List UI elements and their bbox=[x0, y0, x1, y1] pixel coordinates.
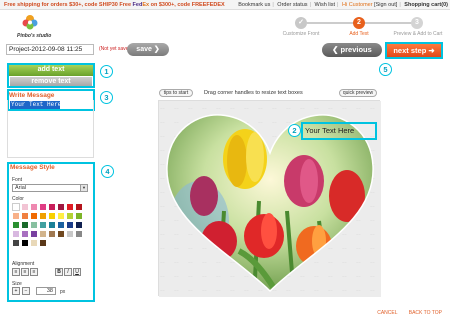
order-status-link[interactable]: Order status bbox=[277, 2, 307, 8]
top-bar: Free shipping for orders $30+, code SHIP… bbox=[0, 0, 450, 10]
color-swatch[interactable] bbox=[57, 230, 65, 238]
step-2-active: 2 bbox=[353, 17, 365, 29]
color-swatch[interactable] bbox=[57, 203, 65, 211]
color-swatch[interactable] bbox=[12, 239, 20, 247]
save-button[interactable]: save ❯ bbox=[127, 43, 169, 56]
color-swatch[interactable] bbox=[12, 221, 20, 229]
color-swatch[interactable] bbox=[12, 212, 20, 220]
promo-fedex: on $300+, code FREEFEDEX bbox=[150, 2, 225, 8]
color-palette bbox=[12, 203, 92, 247]
customer-greeting: Hi Customer bbox=[341, 2, 373, 8]
next-step-button[interactable]: next step ➜ bbox=[385, 42, 443, 59]
previous-button[interactable]: ❮ previous bbox=[322, 43, 382, 57]
color-swatch[interactable] bbox=[75, 212, 83, 220]
tips-to-start-button[interactable]: tips to start bbox=[159, 89, 193, 97]
color-swatch[interactable] bbox=[48, 212, 56, 220]
project-name-input[interactable] bbox=[6, 44, 94, 55]
align-right-button[interactable]: ≡ bbox=[30, 268, 38, 276]
add-text-button[interactable]: add text bbox=[9, 65, 93, 76]
message-area[interactable] bbox=[7, 100, 94, 158]
cancel-link[interactable]: CANCEL bbox=[377, 310, 397, 316]
step-line-2 bbox=[365, 22, 415, 24]
remove-text-button[interactable]: remove text bbox=[10, 77, 92, 86]
color-swatch[interactable] bbox=[30, 212, 38, 220]
color-swatch[interactable] bbox=[48, 221, 56, 229]
color-swatch[interactable] bbox=[48, 203, 56, 211]
font-select[interactable]: Arial ▼ bbox=[12, 184, 88, 192]
color-swatch[interactable] bbox=[21, 239, 29, 247]
color-swatch[interactable] bbox=[66, 221, 74, 229]
color-swatch[interactable] bbox=[39, 230, 47, 238]
promo-text: Free shipping for orders $30+, code SHIP… bbox=[4, 0, 225, 10]
size-unit: px bbox=[60, 289, 66, 295]
flower-logo-icon[interactable] bbox=[20, 13, 40, 33]
color-swatch[interactable] bbox=[39, 203, 47, 211]
bottom-links: CANCEL BACK TO TOP bbox=[367, 310, 442, 316]
quick-preview-button[interactable]: quick preview bbox=[339, 89, 377, 97]
annotation-2: 2 bbox=[288, 124, 301, 137]
message-style-title: Message Style bbox=[10, 164, 55, 171]
color-swatch[interactable] bbox=[30, 221, 38, 229]
color-swatch[interactable] bbox=[39, 221, 47, 229]
back-to-top-link[interactable]: BACK TO TOP bbox=[409, 310, 442, 316]
color-swatch[interactable] bbox=[21, 203, 29, 211]
color-swatch[interactable] bbox=[12, 203, 20, 211]
color-swatch[interactable] bbox=[75, 221, 83, 229]
fedex-logo-ex: Ex bbox=[142, 2, 150, 8]
step-3-label: Preview & Add to Cart bbox=[393, 31, 443, 37]
step-1-done-icon: ✓ bbox=[295, 17, 307, 29]
step-2-label: Add Text bbox=[349, 31, 369, 37]
color-swatch[interactable] bbox=[57, 212, 65, 220]
underline-button[interactable]: U bbox=[73, 268, 81, 276]
color-label: Color bbox=[12, 196, 24, 202]
italic-button[interactable]: I bbox=[64, 268, 72, 276]
write-message-title: Write Message bbox=[9, 92, 55, 99]
color-swatch[interactable] bbox=[39, 239, 47, 247]
canvas-text-box[interactable]: Your Text Here bbox=[301, 122, 377, 140]
color-swatch[interactable] bbox=[75, 230, 83, 238]
top-links: Bookmark us | Order status | Wish list | Hi… bbox=[238, 2, 448, 8]
step-1-label: Customize Front bbox=[282, 31, 320, 37]
alignment-label: Alignment bbox=[12, 261, 35, 267]
color-swatch[interactable] bbox=[21, 221, 29, 229]
align-left-button[interactable]: ≡ bbox=[12, 268, 20, 276]
color-swatch[interactable] bbox=[30, 239, 38, 247]
color-swatch[interactable] bbox=[66, 230, 74, 238]
annotation-1: 1 bbox=[100, 65, 113, 78]
promo-shipping: Free shipping for orders $30+, code SHIP… bbox=[4, 2, 118, 8]
color-swatch[interactable] bbox=[57, 221, 65, 229]
font-select-value: Arial bbox=[15, 185, 27, 191]
color-swatch[interactable] bbox=[75, 203, 83, 211]
annotation-4: 4 bbox=[101, 165, 114, 178]
size-increase-button[interactable]: + bbox=[12, 287, 20, 295]
color-swatch[interactable] bbox=[30, 203, 38, 211]
font-label: Font bbox=[12, 177, 23, 183]
step-3-pending: 3 bbox=[411, 17, 423, 29]
color-swatch[interactable] bbox=[21, 212, 29, 220]
color-swatch[interactable] bbox=[39, 212, 47, 220]
bookmark-link[interactable]: Bookmark us bbox=[238, 2, 270, 8]
canvas-instruction: Drag corner handles to resize text boxes bbox=[204, 90, 303, 96]
step-line-1 bbox=[307, 22, 357, 24]
annotation-5: 5 bbox=[379, 63, 392, 76]
color-swatch[interactable] bbox=[48, 230, 56, 238]
signout-link[interactable]: [Sign out] bbox=[374, 2, 397, 8]
logo-text: Pinbo's studio bbox=[17, 33, 52, 39]
fedex-logo-fed: Fed bbox=[132, 2, 143, 8]
promo-free: Free bbox=[119, 2, 132, 8]
color-swatch[interactable] bbox=[66, 203, 74, 211]
color-swatch[interactable] bbox=[12, 230, 20, 238]
color-swatch[interactable] bbox=[21, 230, 29, 238]
color-swatch[interactable] bbox=[30, 230, 38, 238]
color-swatch[interactable] bbox=[66, 212, 74, 220]
wish-list-link[interactable]: Wish list bbox=[315, 2, 335, 8]
align-center-button[interactable]: ≡ bbox=[21, 268, 29, 276]
annotation-3: 3 bbox=[100, 91, 113, 104]
chevron-down-icon[interactable]: ▼ bbox=[80, 185, 87, 191]
size-decrease-button[interactable]: − bbox=[22, 287, 30, 295]
bold-button[interactable]: B bbox=[55, 268, 63, 276]
shopping-cart-link[interactable]: Shopping cart(0) bbox=[404, 2, 448, 8]
size-input[interactable]: 38 bbox=[36, 287, 56, 295]
